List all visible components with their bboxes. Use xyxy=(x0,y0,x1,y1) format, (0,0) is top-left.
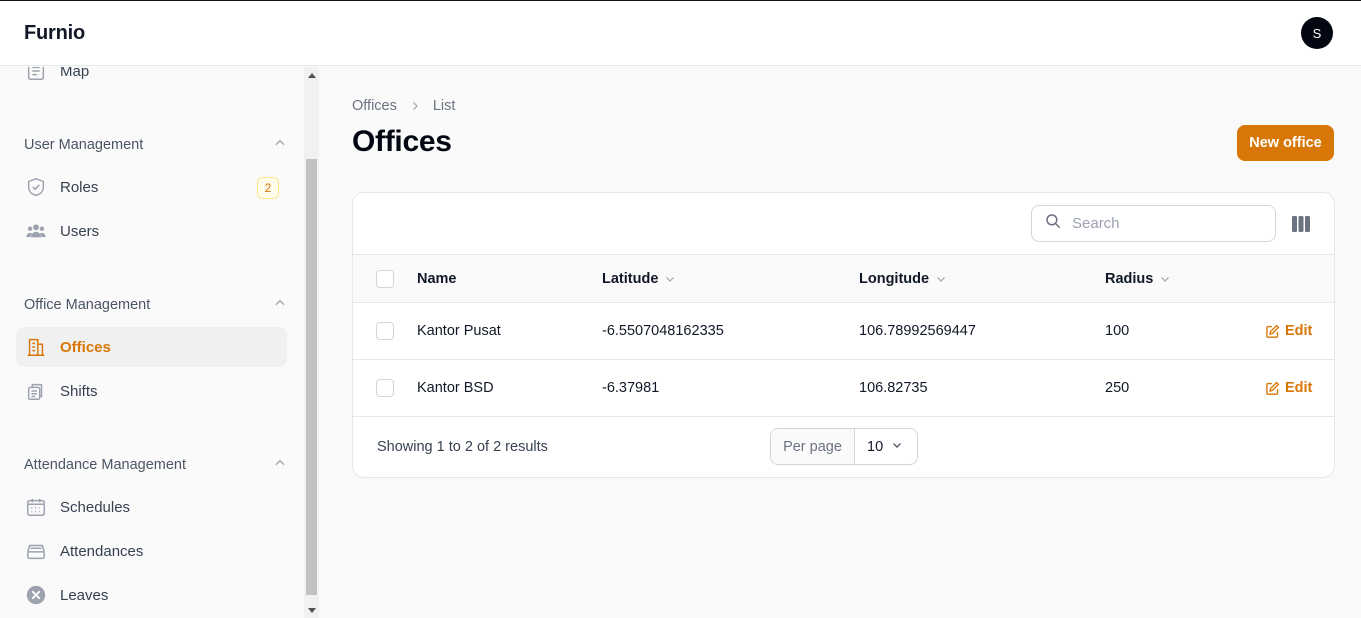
search-input[interactable] xyxy=(1072,215,1262,232)
building-icon xyxy=(24,335,48,359)
per-page-select[interactable]: Per page 10 xyxy=(770,428,918,465)
chevron-up-icon xyxy=(273,456,287,475)
edit-button[interactable]: Edit xyxy=(1265,360,1312,416)
cell-longitude: 106.78992569447 xyxy=(859,323,976,339)
edit-button[interactable]: Edit xyxy=(1265,303,1312,359)
edit-label: Edit xyxy=(1285,380,1313,396)
chevron-right-icon xyxy=(409,100,421,112)
inbox-stack-icon xyxy=(24,539,48,563)
breadcrumb-offices-link[interactable]: Offices xyxy=(352,98,397,114)
group-label: Attendance Management xyxy=(24,457,187,473)
scroll-up-arrow-icon[interactable] xyxy=(304,67,319,82)
row-checkbox[interactable] xyxy=(376,379,394,397)
sidebar-item-users[interactable]: Users xyxy=(16,211,287,251)
pencil-square-icon xyxy=(1265,324,1280,339)
sidebar: Map User Management Roles 2 Users Office… xyxy=(0,67,304,618)
cell-radius: 250 xyxy=(1105,380,1130,396)
column-label: Name xyxy=(417,270,457,287)
sidebar-item-label: Shifts xyxy=(60,382,98,400)
table-header: Name Latitude Longitude Radius xyxy=(353,255,1334,303)
column-label: Longitude xyxy=(859,270,930,287)
breadcrumb-current: List xyxy=(432,98,456,114)
sidebar-item-roles[interactable]: Roles 2 xyxy=(16,167,287,207)
scrollbar-thumb[interactable] xyxy=(306,159,317,595)
sidebar-item-label: Attendances xyxy=(60,542,144,560)
brand-logo[interactable]: Furnio xyxy=(24,22,85,45)
row-select-cell xyxy=(376,360,394,416)
row-select-cell xyxy=(376,303,394,359)
group-office-management[interactable]: Office Management xyxy=(24,283,287,327)
cell-longitude: 106.82735 xyxy=(859,380,928,396)
sidebar-scrollbar[interactable] xyxy=(304,67,319,618)
chevron-down-icon xyxy=(935,273,947,285)
pencil-square-icon xyxy=(1265,381,1280,396)
cell-latitude: -6.37981 xyxy=(602,380,660,396)
sidebar-item-label: Schedules xyxy=(60,498,131,516)
sidebar-item-label: Map xyxy=(60,67,90,80)
sidebar-item-offices[interactable]: Offices xyxy=(16,327,287,367)
users-icon xyxy=(24,219,48,243)
select-all-checkbox[interactable] xyxy=(376,269,394,288)
table-toolbar xyxy=(353,193,1334,255)
group-user-management[interactable]: User Management xyxy=(24,123,287,167)
table-footer: Showing 1 to 2 of 2 results Per page 10 xyxy=(353,417,1334,477)
sidebar-item-shifts[interactable]: Shifts xyxy=(16,371,287,411)
column-header-latitude[interactable]: Latitude xyxy=(602,255,676,302)
edit-label: Edit xyxy=(1285,323,1313,339)
cell-latitude: -6.5507048162335 xyxy=(602,323,724,339)
main-content: Offices List Offices New office Name Lat… xyxy=(320,67,1361,618)
cell-name: Kantor Pusat xyxy=(417,323,501,339)
chevron-down-icon xyxy=(1159,273,1171,285)
table-row[interactable]: Kantor BSD -6.37981 106.82735 250 Edit xyxy=(353,360,1334,417)
page-title: Offices xyxy=(352,125,452,158)
row-checkbox[interactable] xyxy=(376,322,394,340)
sidebar-item-map[interactable]: Map xyxy=(16,67,287,91)
user-avatar[interactable]: S xyxy=(1301,17,1333,49)
chevron-up-icon xyxy=(273,136,287,155)
cell-radius: 100 xyxy=(1105,323,1130,339)
chevron-down-icon xyxy=(664,273,676,285)
top-bar: Furnio S xyxy=(0,0,1361,66)
search-icon xyxy=(1044,212,1062,235)
new-office-button[interactable]: New office xyxy=(1237,125,1334,161)
sidebar-item-attendances[interactable]: Attendances xyxy=(16,531,287,571)
table-row[interactable]: Kantor Pusat -6.5507048162335 106.789925… xyxy=(353,303,1334,360)
chevron-up-icon xyxy=(273,296,287,315)
chevron-down-icon xyxy=(891,439,903,455)
group-label: User Management xyxy=(24,137,144,153)
per-page-value: 10 xyxy=(867,438,884,455)
per-page-dropdown[interactable]: 10 xyxy=(855,429,917,464)
sidebar-item-schedules[interactable]: Schedules xyxy=(16,487,287,527)
columns-toggle-icon[interactable] xyxy=(1291,214,1311,234)
column-header-longitude[interactable]: Longitude xyxy=(859,255,947,302)
results-summary: Showing 1 to 2 of 2 results xyxy=(377,439,548,455)
column-label: Radius xyxy=(1105,270,1154,287)
breadcrumb: Offices List xyxy=(352,98,455,114)
calendar-icon xyxy=(24,495,48,519)
sidebar-item-label: Roles xyxy=(60,178,99,196)
column-label: Latitude xyxy=(602,270,659,287)
column-header-radius[interactable]: Radius xyxy=(1105,255,1171,302)
select-all-cell xyxy=(376,255,394,302)
sidebar-item-label: Leaves xyxy=(60,586,109,604)
sidebar-item-leaves[interactable]: Leaves xyxy=(16,575,287,615)
shifts-icon xyxy=(24,379,48,403)
sidebar-item-label: Users xyxy=(60,222,100,240)
column-header-name[interactable]: Name xyxy=(417,255,457,302)
shield-check-icon xyxy=(24,175,48,199)
group-label: Office Management xyxy=(24,297,151,313)
roles-count-badge: 2 xyxy=(257,177,279,199)
offices-table-card: Name Latitude Longitude Radius Kantor Pu… xyxy=(352,192,1335,478)
search-box[interactable] xyxy=(1031,205,1276,242)
cell-name: Kantor BSD xyxy=(417,380,494,396)
map-document-icon xyxy=(24,67,48,83)
scroll-down-arrow-icon[interactable] xyxy=(304,603,319,618)
group-attendance-management[interactable]: Attendance Management xyxy=(24,443,287,487)
per-page-label: Per page xyxy=(771,429,855,464)
x-circle-icon xyxy=(24,583,48,607)
sidebar-item-label: Offices xyxy=(60,338,111,356)
